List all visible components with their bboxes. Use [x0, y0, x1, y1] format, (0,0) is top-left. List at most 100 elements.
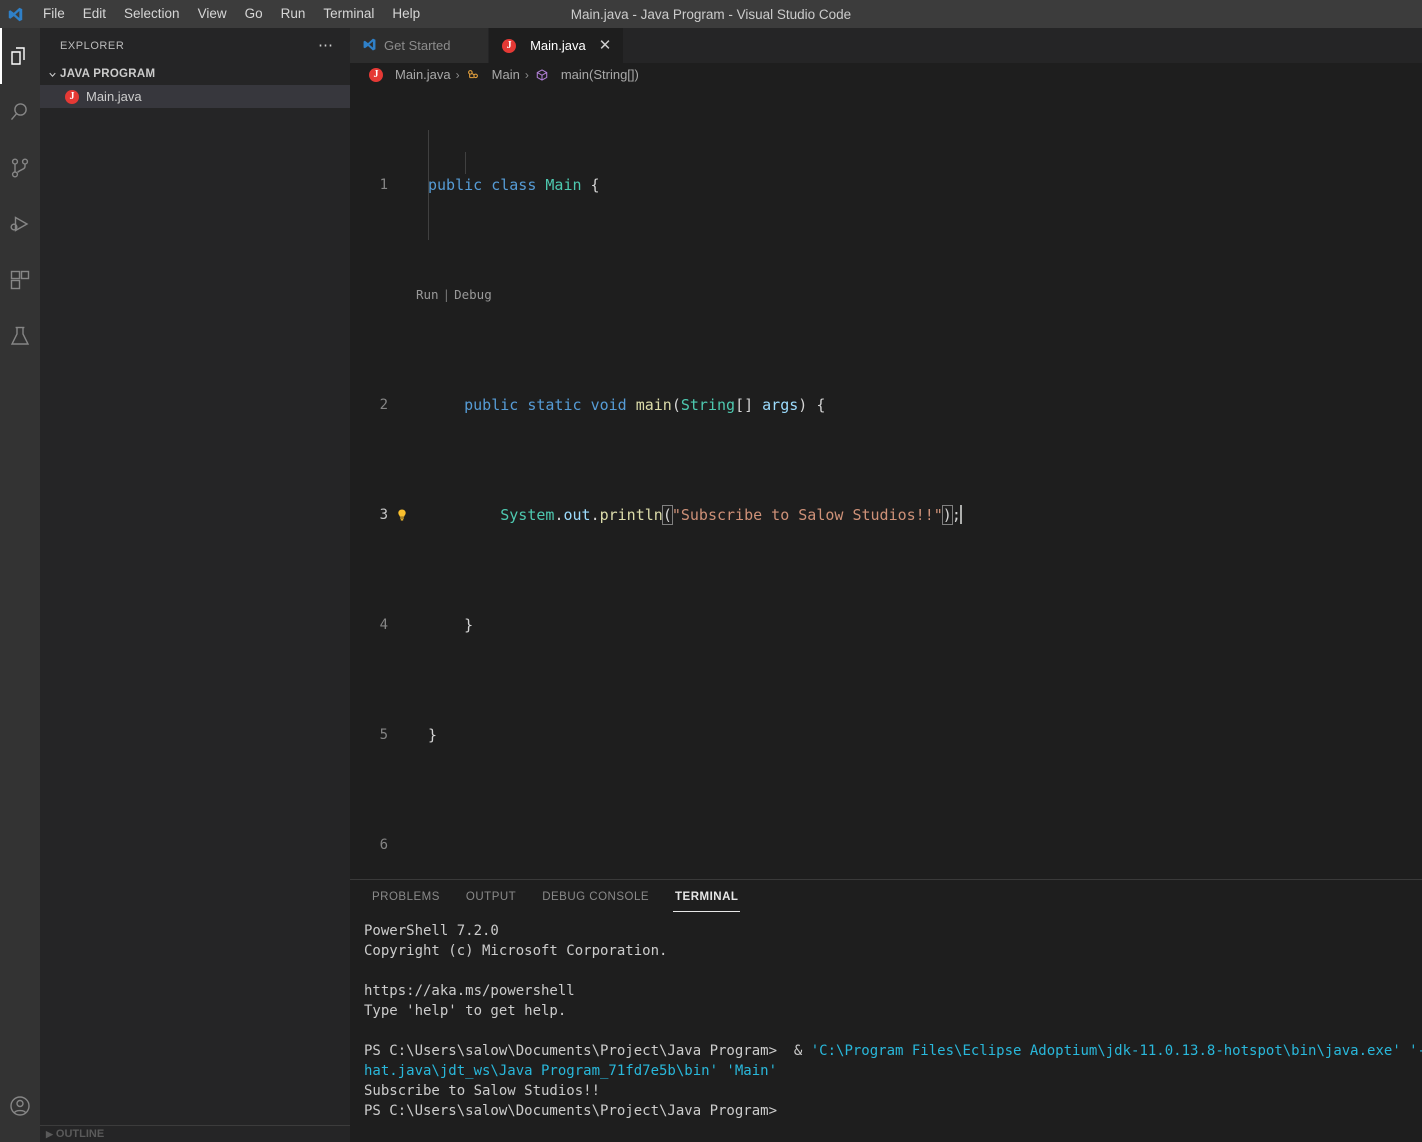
- tab-bar-empty-space: [624, 28, 1422, 63]
- vscode-window: File Edit Selection View Go Run Terminal…: [0, 0, 1422, 1142]
- line-number: 2: [379, 397, 388, 413]
- breadcrumb-item-method[interactable]: main(String[]): [534, 67, 639, 83]
- indent-guide: [465, 152, 466, 174]
- chevron-down-icon: [44, 69, 60, 80]
- line-number: 1: [379, 177, 388, 193]
- code-line-text: public static void main(String[] args) {: [464, 396, 826, 414]
- outline-section-header[interactable]: ▶ OUTLINE: [40, 1125, 350, 1142]
- breadcrumb-label: Main: [491, 67, 520, 82]
- line-number: 4: [379, 617, 388, 633]
- code-line-1: 1 public class Main {: [350, 174, 1422, 196]
- method-symbol-icon: [534, 67, 550, 83]
- code-line-text: }: [428, 616, 474, 634]
- tab-close-button[interactable]: ✕: [599, 38, 612, 53]
- panel-tab-output[interactable]: OUTPUT: [464, 883, 518, 912]
- code-line-text: }: [428, 726, 438, 744]
- breadcrumb-separator: ›: [455, 67, 460, 82]
- code-line-3: 3 System.out.println("Subscribe to Salow…: [350, 504, 1422, 526]
- activity-bar: [0, 28, 40, 1142]
- bottom-panel: PROBLEMS OUTPUT DEBUG CONSOLE TERMINAL P…: [350, 879, 1422, 1142]
- chevron-right-icon: ▶: [46, 1128, 53, 1139]
- explorer-sidebar: EXPLORER ⋯ JAVA PROGRAM J Main.java ▶ OU…: [40, 28, 350, 1142]
- terminal-line: Type 'help' to get help.: [364, 1003, 567, 1019]
- outline-section-label: OUTLINE: [55, 1128, 105, 1140]
- code-line-5: 5 }: [350, 724, 1422, 746]
- editor-tab-bar: Get Started ✕ J Main.java ✕: [350, 28, 1422, 63]
- sidebar-more-actions-button[interactable]: ⋯: [310, 38, 342, 53]
- vscode-logo-icon: [362, 37, 377, 55]
- codelens-debug-link[interactable]: Debug: [454, 284, 492, 306]
- activitybar-item-run-debug[interactable]: [0, 196, 40, 252]
- terminal-line: Subscribe to Salow Studios!!: [364, 1083, 601, 1099]
- code-line-2: 2 public static void main(String[] args)…: [350, 394, 1422, 416]
- class-symbol-icon: [465, 67, 481, 83]
- tab-label: Get Started: [384, 38, 451, 53]
- extensions-icon: [8, 268, 32, 292]
- activitybar-item-search[interactable]: [0, 84, 40, 140]
- run-and-debug-icon: [8, 212, 32, 236]
- java-file-icon-letter: J: [369, 67, 383, 82]
- text-cursor: [959, 505, 962, 524]
- java-file-icon: J: [501, 38, 517, 54]
- editor-group: Get Started ✕ J Main.java ✕ J: [350, 28, 1422, 1142]
- explorer-file-main-java[interactable]: J Main.java: [40, 85, 350, 108]
- terminal-line: hat.java\jdt_ws\Java Program_71fd7e5b\bi…: [364, 1063, 778, 1079]
- codelens-run-link[interactable]: Run: [416, 284, 439, 306]
- panel-tab-debug-console[interactable]: DEBUG CONSOLE: [540, 883, 651, 912]
- activitybar-item-extensions[interactable]: [0, 252, 40, 308]
- menu-view[interactable]: View: [189, 2, 236, 26]
- activitybar-item-accounts[interactable]: [0, 1078, 40, 1134]
- menu-bar: File Edit Selection View Go Run Terminal…: [34, 2, 429, 26]
- menu-run[interactable]: Run: [272, 2, 315, 26]
- breadcrumb: J Main.java › Main › main(String[]): [350, 63, 1422, 86]
- sidebar-title: EXPLORER: [60, 39, 125, 52]
- indent-guide: [428, 130, 429, 240]
- activitybar-item-testing[interactable]: [0, 308, 40, 364]
- title-bar: File Edit Selection View Go Run Terminal…: [0, 0, 1422, 28]
- menu-file[interactable]: File: [34, 2, 74, 26]
- breadcrumb-label: main(String[]): [560, 67, 639, 82]
- line-number: 3: [379, 507, 388, 523]
- menu-terminal[interactable]: Terminal: [314, 2, 383, 26]
- codelens-run-debug: Run | Debug: [350, 284, 1422, 306]
- tab-get-started[interactable]: Get Started ✕: [350, 28, 490, 63]
- code-content: 1 public class Main { Run | Debug 2 publ…: [350, 86, 1422, 879]
- terminal-line: PowerShell 7.2.0: [364, 923, 499, 939]
- search-icon: [8, 100, 32, 124]
- java-file-icon-letter: J: [65, 89, 79, 104]
- java-file-icon: J: [368, 67, 384, 83]
- workbench-body: EXPLORER ⋯ JAVA PROGRAM J Main.java ▶ OU…: [0, 28, 1422, 1142]
- code-line-text: System.out.println("Subscribe to Salow S…: [500, 505, 962, 525]
- activitybar-item-explorer[interactable]: [0, 28, 40, 84]
- panel-tab-problems[interactable]: PROBLEMS: [370, 883, 442, 912]
- activitybar-item-source-control[interactable]: [0, 140, 40, 196]
- menu-help[interactable]: Help: [383, 2, 429, 26]
- breadcrumb-label: Main.java: [395, 67, 451, 82]
- menu-edit[interactable]: Edit: [74, 2, 115, 26]
- vscode-logo-icon: [0, 6, 30, 23]
- line-number: 5: [379, 727, 388, 743]
- breadcrumb-item-file[interactable]: J Main.java: [368, 67, 451, 83]
- terminal-line: https://aka.ms/powershell: [364, 983, 575, 999]
- terminal-line: Copyright (c) Microsoft Corporation.: [364, 943, 668, 959]
- explorer-icon: [8, 44, 32, 68]
- panel-tab-terminal[interactable]: TERMINAL: [673, 883, 741, 912]
- explorer-folder-header[interactable]: JAVA PROGRAM: [40, 63, 350, 85]
- accounts-icon: [8, 1094, 32, 1118]
- breadcrumb-item-class[interactable]: Main: [465, 67, 520, 83]
- code-editor[interactable]: 1 public class Main { Run | Debug 2 publ…: [350, 86, 1422, 879]
- quick-fix-lightbulb-icon[interactable]: [388, 508, 416, 523]
- java-file-icon: J: [64, 89, 80, 105]
- menu-go[interactable]: Go: [236, 2, 272, 26]
- tab-main-java[interactable]: J Main.java ✕: [489, 28, 625, 63]
- terminal-output[interactable]: PowerShell 7.2.0 Copyright (c) Microsoft …: [350, 915, 1422, 1142]
- breadcrumb-separator: ›: [524, 67, 529, 82]
- source-control-icon: [8, 156, 32, 180]
- code-line-4: 4 }: [350, 614, 1422, 636]
- menu-selection[interactable]: Selection: [115, 2, 189, 26]
- codelens-separator: |: [442, 287, 451, 302]
- panel-tab-bar: PROBLEMS OUTPUT DEBUG CONSOLE TERMINAL: [350, 880, 1422, 915]
- terminal-line: PS C:\Users\salow\Documents\Project\Java…: [364, 1043, 1422, 1059]
- code-line-text: public class Main {: [428, 176, 600, 194]
- testing-flask-icon: [8, 324, 32, 348]
